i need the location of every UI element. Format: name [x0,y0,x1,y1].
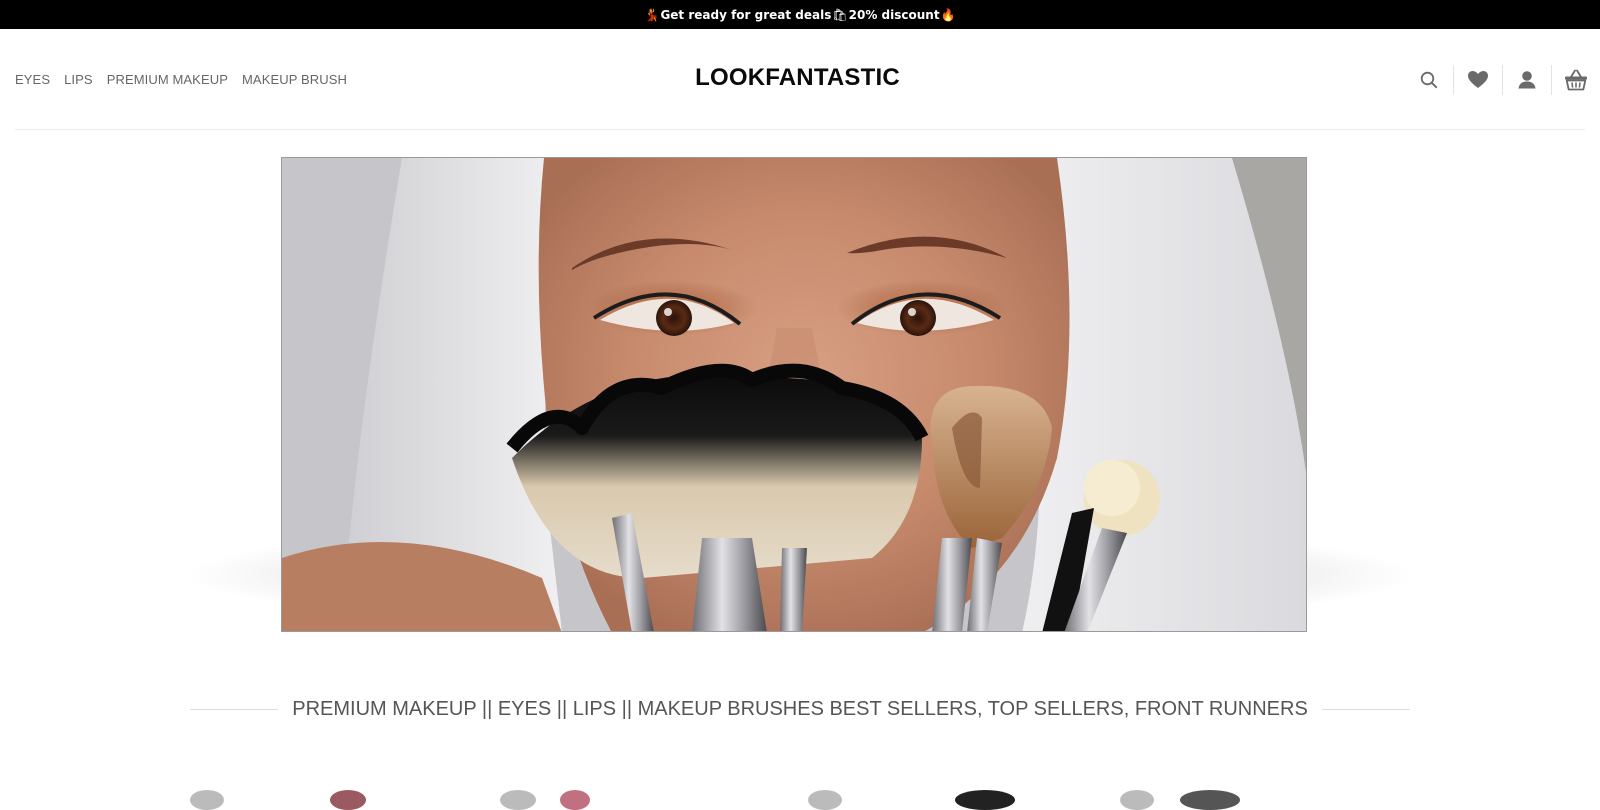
section-divider-left [190,709,279,710]
nav-item-lips[interactable]: LIPS [64,72,93,87]
cart-button[interactable] [1551,62,1600,98]
product-thumb-peek-1 [190,790,224,810]
product-thumb-peek-5 [808,790,842,810]
search-button[interactable] [1404,62,1453,98]
main-nav: EYES LIPS PREMIUM MAKEUP MAKEUP BRUSH [15,29,361,130]
heart-icon [1467,71,1488,88]
announcement-text-2: 20% discount [848,7,940,22]
section-heading: PREMIUM MAKEUP || EYES || LIPS || MAKEUP… [190,698,1411,721]
product-thumb-peek-8 [1180,790,1240,810]
basket-icon [1564,69,1587,90]
site-logo[interactable]: LOOKFANTASTIC [695,64,900,92]
product-thumb-peek-6 [955,790,1015,810]
nav-item-eyes[interactable]: EYES [15,72,50,87]
dancer-emoji: 💃 [644,7,660,22]
user-icon [1518,71,1535,89]
search-icon [1420,71,1437,88]
fire-emoji: 🔥 [940,7,956,22]
nav-item-premium-makeup[interactable]: PREMIUM MAKEUP [107,72,228,87]
product-thumb-peek-2 [330,790,366,810]
site-header: EYES LIPS PREMIUM MAKEUP MAKEUP BRUSH LO… [0,29,1600,130]
header-divider [15,129,1585,130]
header-icons [1404,29,1600,130]
section-title: PREMIUM MAKEUP || EYES || LIPS || MAKEUP… [292,698,1308,720]
nav-item-makeup-brush[interactable]: MAKEUP BRUSH [242,72,347,87]
account-button[interactable] [1502,62,1551,98]
hero-banner[interactable] [281,157,1307,632]
section-divider-right [1321,709,1411,710]
product-thumb-peek-3 [500,790,536,810]
hero-image-woman-with-makeup-brushes [282,158,1306,631]
announcement-bar: 💃 Get ready for great deals 🛍 20% discou… [0,0,1600,29]
announcement-text-1: Get ready for great deals [660,7,832,22]
shopping-bags-emoji: 🛍 [832,7,848,22]
product-thumb-peek-4 [560,790,590,810]
product-thumb-peek-7 [1120,790,1154,810]
wishlist-button[interactable] [1453,62,1502,98]
